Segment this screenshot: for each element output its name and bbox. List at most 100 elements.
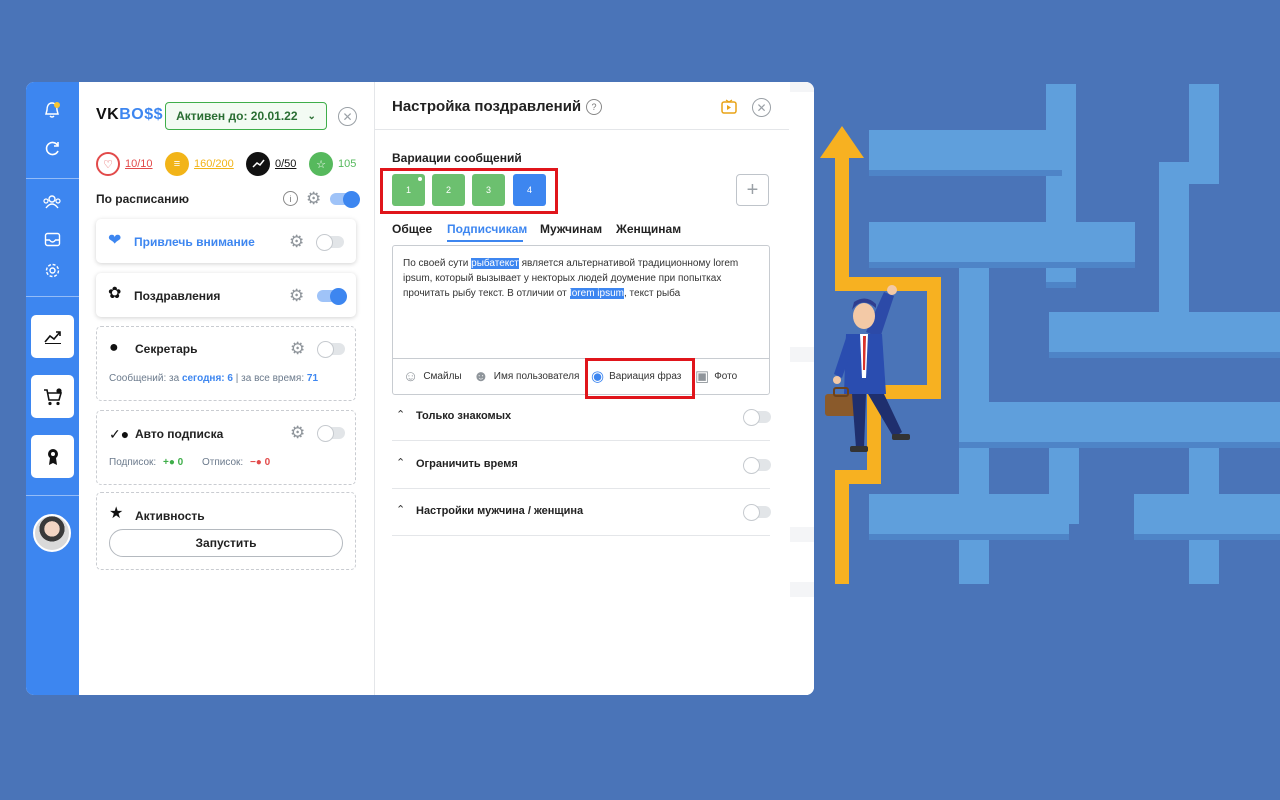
emoji-button[interactable]: ☺ Смайлы — [403, 369, 462, 384]
rail-divider — [26, 178, 79, 179]
variation-1-dot — [418, 177, 422, 181]
stat-congrats: ≡ 160/200 — [165, 152, 234, 176]
gear-icon[interactable]: ⚙ — [289, 287, 304, 304]
tab-men[interactable]: Мужчинам — [540, 222, 602, 236]
awards-tile[interactable] — [31, 435, 74, 478]
autosubscribe-stats: Подписок: +● 0 Отписок: −● 0 — [109, 457, 271, 468]
stat-congrats-value[interactable]: 160/200 — [194, 158, 234, 170]
shop-tile[interactable] — [31, 375, 74, 418]
user-check-icon: ✓● — [109, 426, 130, 442]
video-tutorial-icon[interactable] — [721, 99, 737, 119]
analytics-tile[interactable] — [31, 315, 74, 358]
rail-divider — [26, 296, 79, 297]
gear-icon[interactable]: ⚙ — [290, 340, 305, 357]
cart-icon — [43, 387, 62, 405]
gift-icon: ✿ — [108, 285, 122, 302]
inbox-icon[interactable] — [40, 227, 64, 251]
refresh-icon[interactable] — [40, 136, 64, 160]
rail-divider — [26, 495, 79, 496]
avatar[interactable] — [33, 514, 71, 552]
award-icon — [47, 448, 58, 465]
variations-label: Вариации сообщений — [392, 151, 522, 165]
subscription-status-label: Активен до: 20.01.22 — [176, 109, 298, 123]
tab-women[interactable]: Женщинам — [616, 222, 681, 236]
variation-button-4[interactable]: 4 — [513, 174, 546, 206]
option-gender-settings[interactable]: ⌃ Настройки мужчина / женщина — [392, 489, 771, 536]
congrats-settings-panel: Настройка поздравлений ? ✕ Вариации сооб… — [374, 82, 790, 695]
attention-toggle[interactable] — [316, 234, 344, 251]
users-icon[interactable] — [40, 190, 64, 214]
card-attention[interactable]: ❤ Привлечь внимание ⚙ — [96, 219, 356, 263]
heart-icon: ❤ — [108, 232, 122, 249]
variation-button-2[interactable]: 2 — [432, 174, 465, 206]
run-button[interactable]: Запустить — [109, 529, 343, 557]
background-page-peek — [790, 82, 814, 695]
image-icon: ▣ — [695, 368, 710, 385]
stat-likes: ♡ 10/10 — [96, 152, 153, 176]
card-activity: ★ Активность Запустить — [96, 492, 356, 570]
gender-settings-toggle[interactable] — [743, 504, 771, 521]
close-panel-icon[interactable]: ✕ — [752, 98, 771, 117]
only-friends-toggle[interactable] — [743, 409, 771, 426]
message-editor[interactable]: По своей сути рыбатекст является альтерн… — [392, 245, 770, 395]
tab-general[interactable]: Общее — [392, 222, 432, 236]
header-divider — [375, 129, 789, 130]
card-autosubscribe[interactable]: ✓● Авто подписка ⚙ Подписок: +● 0 Отписо… — [96, 410, 356, 485]
info-icon[interactable]: i — [283, 191, 298, 206]
add-variation-button[interactable]: + — [736, 174, 769, 206]
help-icon[interactable]: ? — [586, 99, 602, 115]
card-secretary-title: Секретарь — [135, 342, 198, 356]
smile-icon: ☺ — [403, 368, 419, 385]
heart-icon: ♡ — [96, 152, 120, 176]
chevron-up-icon[interactable]: ⌃ — [396, 408, 405, 421]
stat-stars-value: 105 — [338, 158, 357, 170]
bell-icon[interactable] — [40, 98, 64, 122]
user-minus-icon: −● — [249, 457, 262, 468]
stat-likes-value[interactable]: 10/10 — [125, 158, 153, 170]
star-icon: ★ — [109, 505, 124, 522]
chevron-down-icon: ⌄ — [307, 110, 316, 122]
option-limit-time[interactable]: ⌃ Ограничить время — [392, 442, 771, 489]
secretary-stats: Сообщений: за сегодня: 6 | за все время:… — [109, 373, 319, 384]
card-congrats-title: Поздравления — [134, 289, 221, 303]
chevron-up-icon[interactable]: ⌃ — [396, 503, 405, 516]
option-only-friends[interactable]: ⌃ Только знакомых — [392, 394, 771, 441]
tab-subscribers[interactable]: Подписчикам — [447, 222, 527, 236]
photo-button[interactable]: ▣ Фото — [695, 369, 737, 384]
congrats-toggle[interactable] — [317, 288, 347, 305]
username-button[interactable]: ☻ Имя пользователя — [473, 369, 579, 384]
chevron-up-icon[interactable]: ⌃ — [396, 456, 405, 469]
chat-bubble-icon: ● — [109, 339, 119, 356]
gear-icon[interactable]: ⚙ — [289, 233, 304, 250]
settings-icon[interactable] — [40, 258, 64, 282]
card-secretary[interactable]: ● Секретарь ⚙ Сообщений: за сегодня: 6 |… — [96, 326, 356, 401]
left-panel: VKBO$$ Активен до: 20.01.22 ⌄ ✕ ♡ 10/10 … — [79, 82, 374, 695]
secretary-toggle[interactable] — [317, 341, 345, 358]
message-text[interactable]: По своей сути рыбатекст является альтерн… — [403, 256, 758, 301]
card-activity-title: Активность — [135, 509, 205, 523]
phrase-variation-highlight — [585, 358, 695, 399]
editor-toolbar-divider — [393, 358, 769, 359]
limit-time-toggle[interactable] — [743, 457, 771, 474]
gear-icon[interactable]: ⚙ — [306, 190, 321, 207]
tab-active-underline — [447, 240, 523, 242]
list-heart-icon: ≡ — [165, 152, 189, 176]
variation-button-3[interactable]: 3 — [472, 174, 505, 206]
stat-trend-value[interactable]: 0/50 — [275, 158, 296, 170]
card-congrats[interactable]: ✿ Поздравления ⚙ — [96, 273, 356, 317]
stat-stars: ☆ 105 — [309, 152, 356, 176]
chart-trend-icon — [43, 330, 61, 344]
star-icon: ☆ — [309, 152, 333, 176]
gear-icon[interactable]: ⚙ — [290, 424, 305, 441]
close-icon[interactable]: ✕ — [338, 107, 357, 126]
businessman-illustration — [825, 285, 910, 452]
schedule-label: По расписанию — [96, 192, 189, 206]
autosubscribe-toggle[interactable] — [317, 425, 345, 442]
panel-title: Настройка поздравлений — [392, 98, 582, 115]
schedule-toggle[interactable] — [330, 191, 360, 208]
subscription-status-dropdown[interactable]: Активен до: 20.01.22 ⌄ — [165, 102, 327, 130]
stat-trend: 0/50 — [246, 152, 296, 176]
user-circle-icon: ☻ — [473, 368, 489, 385]
app-window: VKBO$$ Активен до: 20.01.22 ⌄ ✕ ♡ 10/10 … — [26, 82, 814, 695]
card-attention-title: Привлечь внимание — [134, 235, 255, 249]
